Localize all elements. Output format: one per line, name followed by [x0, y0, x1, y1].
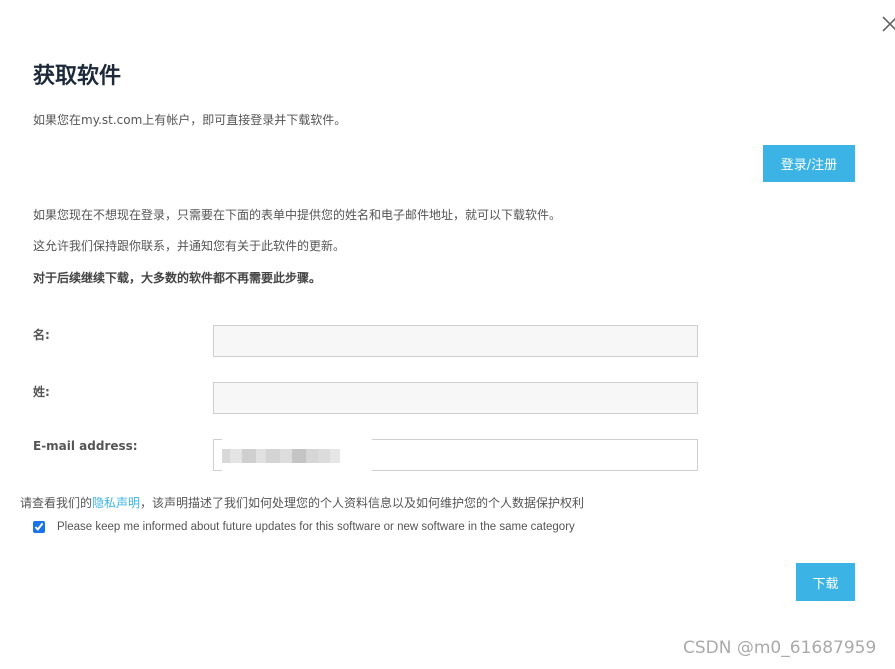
privacy-prefix: 请查看我们的 [20, 496, 93, 510]
download-button[interactable]: 下载 [796, 563, 855, 601]
updates-consent-checkbox[interactable] [33, 521, 45, 533]
info-line-3: 对于后续继续下载，大多数的软件都不再需要此步骤。 [33, 271, 322, 285]
first-name-label: 名: [33, 328, 50, 342]
info-line-1: 如果您现在不想现在登录，只需要在下面的表单中提供您的姓名和电子邮件地址，就可以下… [33, 208, 562, 222]
first-name-input[interactable] [213, 325, 698, 357]
updates-consent-label[interactable]: Please keep me informed about future upd… [57, 521, 575, 533]
dialog-title: 获取软件 [33, 64, 122, 89]
email-redaction [222, 436, 372, 476]
privacy-statement-link[interactable]: 隐私声明 [92, 496, 140, 510]
info-line-2: 这允许我们保持跟你联系，并通知您有关于此软件的更新。 [33, 239, 346, 253]
privacy-suffix: ，该声明描述了我们如何处理您的个人资料信息以及如何维护您的个人数据保护权利 [140, 496, 585, 510]
close-icon[interactable] [880, 14, 895, 34]
watermark: CSDN @m0_61687959 [683, 638, 877, 658]
intro-text: 如果您在my.st.com上有帐户，即可直接登录并下载软件。 [33, 113, 347, 127]
last-name-label: 姓: [33, 385, 50, 399]
login-register-button[interactable]: 登录/注册 [763, 145, 855, 182]
privacy-notice: 请查看我们的隐私声明，该声明描述了我们如何处理您的个人资料信息以及如何维护您的个… [20, 494, 584, 511]
last-name-input[interactable] [213, 382, 698, 414]
email-label: E-mail address: [33, 439, 138, 453]
